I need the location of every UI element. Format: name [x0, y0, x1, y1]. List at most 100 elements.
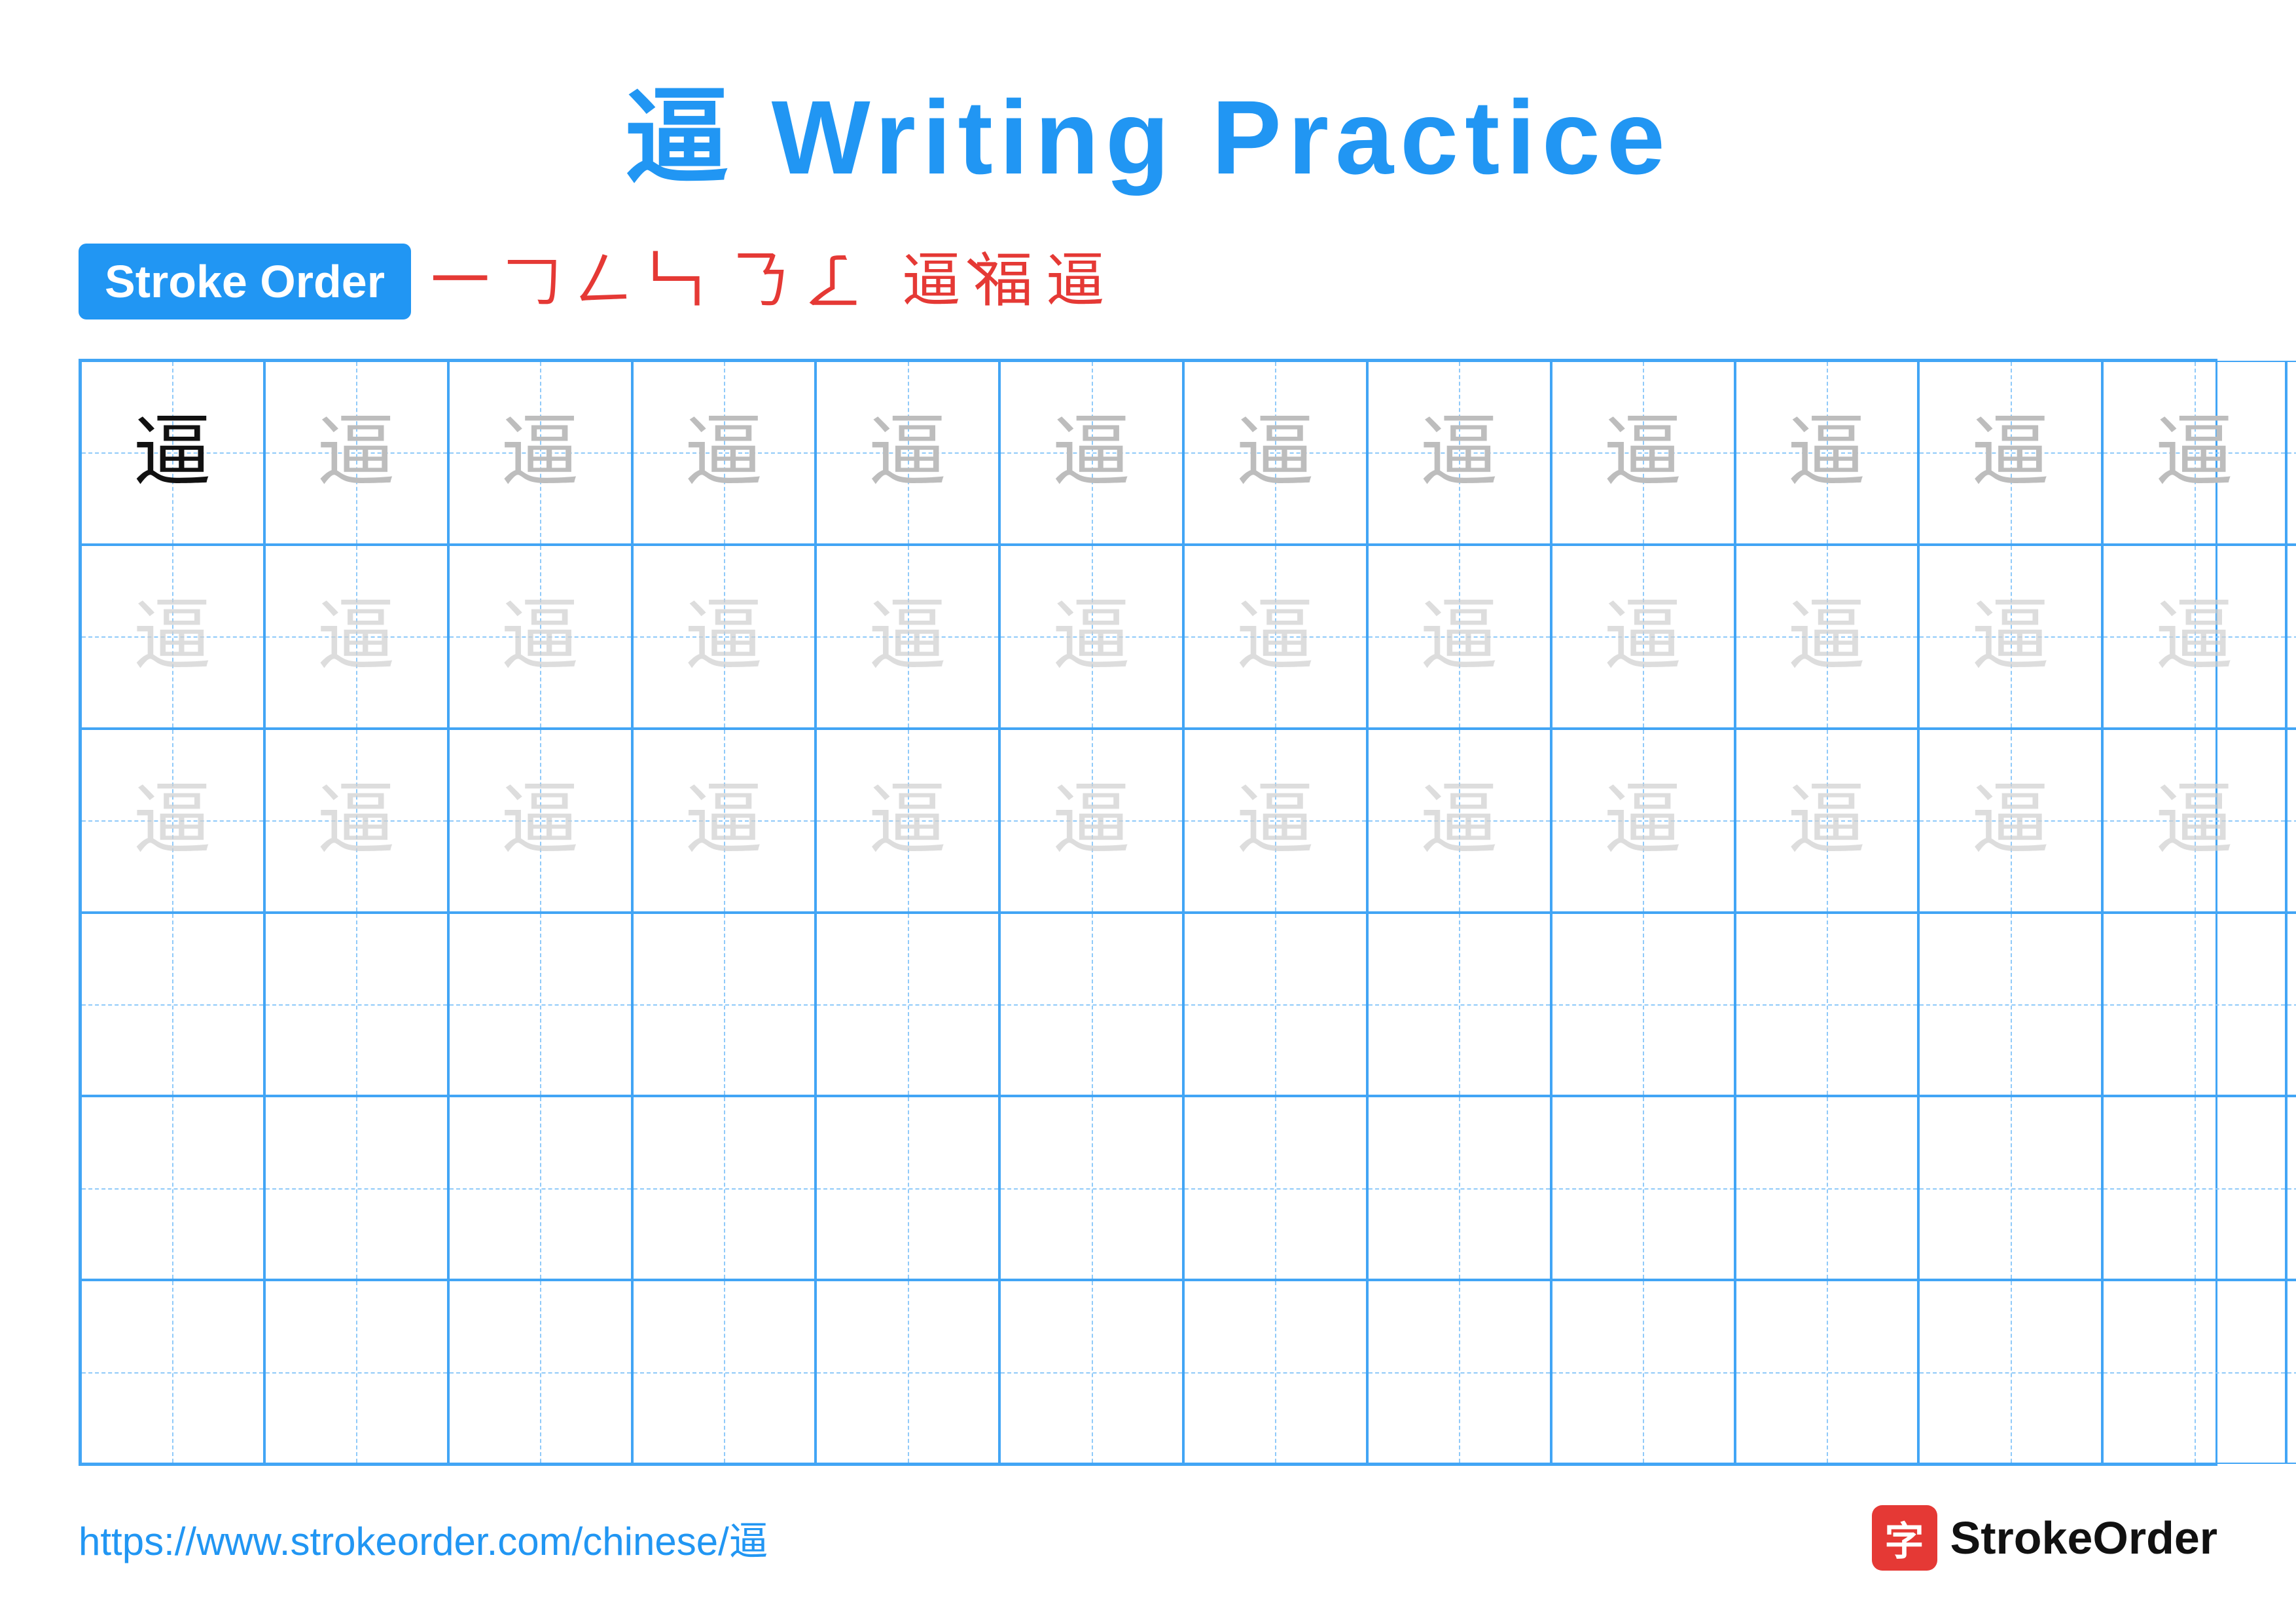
grid-cell-r5c9[interactable]: [1551, 1096, 1735, 1280]
grid-cell-r3c6[interactable]: 逼: [999, 729, 1183, 913]
grid-cell-r1c5[interactable]: 逼: [816, 361, 999, 545]
grid-cell-r1c6[interactable]: 逼: [999, 361, 1183, 545]
stroke-step-1: 一: [431, 252, 490, 311]
grid-cell-r4c12[interactable]: [2102, 913, 2286, 1097]
grid-cell-r4c11[interactable]: [1918, 913, 2102, 1097]
grid-cell-r6c11[interactable]: [1918, 1280, 2102, 1464]
grid-cell-r1c1[interactable]: 逼: [81, 361, 264, 545]
grid-cell-r2c12[interactable]: 逼: [2102, 545, 2286, 729]
grid-cell-r4c1[interactable]: [81, 913, 264, 1097]
page-title: 逼 Writing Practice: [624, 52, 1672, 204]
footer-url[interactable]: https://www.strokeorder.com/chinese/逼: [79, 1510, 768, 1567]
grid-cell-r1c12[interactable]: 逼: [2102, 361, 2286, 545]
grid-cell-r5c4[interactable]: [632, 1096, 816, 1280]
grid-cell-r5c6[interactable]: [999, 1096, 1183, 1280]
grid-cell-r6c9[interactable]: [1551, 1280, 1735, 1464]
grid-cell-r6c1[interactable]: [81, 1280, 264, 1464]
cell-char: 逼: [1971, 781, 2050, 860]
cell-char: 逼: [869, 413, 947, 492]
grid-cell-r6c2[interactable]: [264, 1280, 448, 1464]
grid-cell-r2c10[interactable]: 逼: [1735, 545, 1919, 729]
grid-cell-r1c8[interactable]: 逼: [1367, 361, 1551, 545]
grid-cell-r3c12[interactable]: 逼: [2102, 729, 2286, 913]
stroke-step-3: 𠃋: [575, 252, 634, 311]
grid-cell-r3c10[interactable]: 逼: [1735, 729, 1919, 913]
stroke-step-12: 逼: [1046, 252, 1105, 311]
grid-cell-r1c4[interactable]: 逼: [632, 361, 816, 545]
grid-cell-r1c3[interactable]: 逼: [448, 361, 632, 545]
practice-grid: 逼 逼 逼 逼 逼 逼 逼 逼 逼 逼 逼 逼: [79, 359, 2217, 1466]
stroke-order-row: Stroke Order 一 𠃌 𠃋 𠃑 𠃒 𠄎 𠄏 𠄐 𠄑 逼̀ 福 逼: [79, 244, 2217, 319]
cell-char: 逼: [1787, 413, 1866, 492]
grid-cell-r2c3[interactable]: 逼: [448, 545, 632, 729]
grid-cell-r2c6[interactable]: 逼: [999, 545, 1183, 729]
grid-cell-r6c7[interactable]: [1183, 1280, 1367, 1464]
grid-cell-r6c3[interactable]: [448, 1280, 632, 1464]
grid-cell-r6c6[interactable]: [999, 1280, 1183, 1464]
grid-cell-r2c13[interactable]: 逼: [2286, 545, 2296, 729]
grid-cell-r4c4[interactable]: [632, 913, 816, 1097]
grid-cell-r1c2[interactable]: 逼: [264, 361, 448, 545]
grid-cell-r1c7[interactable]: 逼: [1183, 361, 1367, 545]
cell-char: 逼: [317, 597, 395, 676]
grid-cell-r5c11[interactable]: [1918, 1096, 2102, 1280]
cell-char: 逼: [685, 413, 763, 492]
grid-cell-r3c11[interactable]: 逼: [1918, 729, 2102, 913]
grid-cell-r3c5[interactable]: 逼: [816, 729, 999, 913]
grid-cell-r6c10[interactable]: [1735, 1280, 1919, 1464]
grid-cell-r6c5[interactable]: [816, 1280, 999, 1464]
grid-cell-r4c10[interactable]: [1735, 913, 1919, 1097]
grid-cell-r4c7[interactable]: [1183, 913, 1367, 1097]
grid-cell-r4c2[interactable]: [264, 913, 448, 1097]
grid-cell-r3c3[interactable]: 逼: [448, 729, 632, 913]
grid-cell-r2c8[interactable]: 逼: [1367, 545, 1551, 729]
grid-cell-r1c13[interactable]: 逼: [2286, 361, 2296, 545]
grid-cell-r3c2[interactable]: 逼: [264, 729, 448, 913]
grid-cell-r6c13[interactable]: [2286, 1280, 2296, 1464]
grid-cell-r1c9[interactable]: 逼: [1551, 361, 1735, 545]
grid-cell-r2c1[interactable]: 逼: [81, 545, 264, 729]
grid-cell-r2c5[interactable]: 逼: [816, 545, 999, 729]
grid-cell-r5c8[interactable]: [1367, 1096, 1551, 1280]
cell-char: 逼: [317, 413, 395, 492]
grid-cell-r6c8[interactable]: [1367, 1280, 1551, 1464]
cell-char: 逼: [1420, 781, 1498, 860]
grid-cell-r2c11[interactable]: 逼: [1918, 545, 2102, 729]
grid-cell-r1c10[interactable]: 逼: [1735, 361, 1919, 545]
grid-cell-r2c9[interactable]: 逼: [1551, 545, 1735, 729]
grid-cell-r4c8[interactable]: [1367, 913, 1551, 1097]
grid-cell-r3c8[interactable]: 逼: [1367, 729, 1551, 913]
grid-cell-r3c7[interactable]: 逼: [1183, 729, 1367, 913]
grid-cell-r6c4[interactable]: [632, 1280, 816, 1464]
page: 逼 Writing Practice Stroke Order 一 𠃌 𠃋 𠃑 …: [0, 0, 2296, 1623]
grid-cell-r4c6[interactable]: [999, 913, 1183, 1097]
cell-char: 逼: [2155, 597, 2234, 676]
cell-char: 逼: [1420, 413, 1498, 492]
grid-cell-r4c5[interactable]: [816, 913, 999, 1097]
grid-cell-r4c13[interactable]: [2286, 913, 2296, 1097]
grid-cell-r3c13[interactable]: 逼: [2286, 729, 2296, 913]
cell-char: 逼: [2155, 413, 2234, 492]
grid-cell-r5c12[interactable]: [2102, 1096, 2286, 1280]
cell-char: 逼: [501, 413, 579, 492]
footer: https://www.strokeorder.com/chinese/逼 字 …: [79, 1505, 2217, 1571]
grid-cell-r5c2[interactable]: [264, 1096, 448, 1280]
grid-cell-r3c9[interactable]: 逼: [1551, 729, 1735, 913]
grid-cell-r3c1[interactable]: 逼: [81, 729, 264, 913]
grid-cell-r3c4[interactable]: 逼: [632, 729, 816, 913]
grid-cell-r4c9[interactable]: [1551, 913, 1735, 1097]
grid-cell-r1c11[interactable]: 逼: [1918, 361, 2102, 545]
grid-cell-r2c4[interactable]: 逼: [632, 545, 816, 729]
grid-cell-r5c10[interactable]: [1735, 1096, 1919, 1280]
grid-cell-r2c7[interactable]: 逼: [1183, 545, 1367, 729]
cell-char: 逼: [1420, 597, 1498, 676]
grid-cell-r5c7[interactable]: [1183, 1096, 1367, 1280]
grid-cell-r5c1[interactable]: [81, 1096, 264, 1280]
cell-char: 逼: [869, 781, 947, 860]
grid-cell-r2c2[interactable]: 逼: [264, 545, 448, 729]
grid-cell-r5c3[interactable]: [448, 1096, 632, 1280]
grid-cell-r6c12[interactable]: [2102, 1280, 2286, 1464]
grid-cell-r5c13[interactable]: [2286, 1096, 2296, 1280]
grid-cell-r4c3[interactable]: [448, 913, 632, 1097]
grid-cell-r5c5[interactable]: [816, 1096, 999, 1280]
